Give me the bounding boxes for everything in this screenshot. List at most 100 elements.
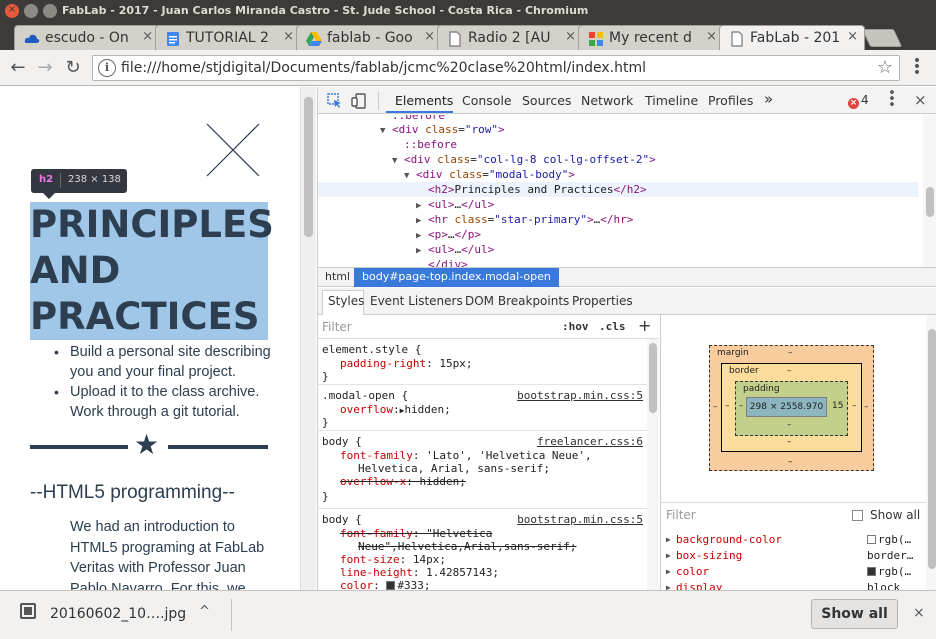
rule-declaration-overridden[interactable]: font-family: "Helvetica xyxy=(340,527,492,540)
scrollbar-thumb[interactable] xyxy=(926,187,934,217)
rule-source-link[interactable]: bootstrap.min.css:5 xyxy=(517,513,643,526)
new-tab-button[interactable] xyxy=(861,29,903,47)
tab-timeline[interactable]: Timeline xyxy=(645,93,698,108)
computed-property[interactable]: ▶ display block xyxy=(661,580,926,590)
box-model-content[interactable]: 298 × 2558.970 xyxy=(746,397,827,417)
dom-node[interactable]: ▶ <ul>…</ul> xyxy=(416,242,494,257)
back-button[interactable]: ← xyxy=(6,56,30,80)
rule-declaration[interactable]: font-size: 14px; xyxy=(340,553,446,566)
browser-tab[interactable]: My recent d × xyxy=(578,25,724,50)
dom-node[interactable]: </div> xyxy=(428,257,468,267)
color-swatch[interactable] xyxy=(386,581,396,590)
rule-source-link[interactable]: freelancer.css:6 xyxy=(537,435,643,448)
dom-node[interactable]: ▶ <ul>…</ul> xyxy=(416,197,494,212)
browser-menu-button[interactable]: • • • xyxy=(912,54,922,80)
style-rule[interactable]: .modal-open { bootstrap.min.css:5 overfl… xyxy=(318,386,647,431)
close-shelf-icon[interactable]: × xyxy=(913,605,925,621)
window-minimize-button[interactable] xyxy=(24,4,38,18)
download-filename[interactable]: 20160602_10….jpg xyxy=(50,606,186,622)
tab-profiles[interactable]: Profiles xyxy=(708,93,753,108)
tab-close-icon[interactable]: × xyxy=(847,29,858,44)
inspect-element-icon[interactable] xyxy=(326,92,344,110)
rule-declaration-overridden[interactable]: overflow-x: hidden; xyxy=(340,475,466,488)
close-icon[interactable] xyxy=(205,122,261,178)
browser-tab[interactable]: fablab - Goo × xyxy=(296,25,442,50)
style-rule[interactable]: body { freelancer.css:6 font-family: 'La… xyxy=(318,432,647,509)
forward-button[interactable]: → xyxy=(33,56,57,80)
style-rule[interactable]: body { bootstrap.min.css:5 font-family: … xyxy=(318,510,647,590)
tab-close-icon[interactable]: × xyxy=(283,29,294,44)
tab-console[interactable]: Console xyxy=(462,93,512,108)
dom-tree-scrollbar[interactable] xyxy=(923,115,936,267)
show-all-label[interactable]: Show all xyxy=(870,508,920,522)
scrollbar-thumb[interactable] xyxy=(304,97,313,237)
window-close-button[interactable]: × xyxy=(5,4,19,18)
scrollbar-thumb[interactable] xyxy=(928,329,936,569)
rule-declaration[interactable]: padding-right: 15px; xyxy=(340,357,472,370)
chevron-up-icon[interactable]: ^ xyxy=(199,604,210,619)
expand-triangle-icon[interactable]: ▶ xyxy=(666,580,671,590)
devtools-close-button[interactable]: × xyxy=(914,91,927,109)
bookmark-star-icon[interactable]: ☆ xyxy=(877,57,893,78)
device-mode-icon[interactable] xyxy=(351,92,369,110)
dom-node[interactable]: ▶ <p>…</p> xyxy=(416,227,481,242)
show-all-downloads-button[interactable]: Show all xyxy=(811,599,898,629)
dom-node[interactable]: ▶ <hr class="star-primary">…</hr> xyxy=(416,212,633,227)
address-bar[interactable]: i file:///home/stjdigital/Documents/fabl… xyxy=(92,55,900,81)
class-toggle[interactable]: .cls xyxy=(599,320,626,333)
browser-tab[interactable]: TUTORIAL 2 × xyxy=(155,25,301,50)
styles-filter-input[interactable]: Filter xyxy=(322,320,352,334)
expand-triangle-icon[interactable]: ▶ xyxy=(666,532,671,548)
dom-node[interactable]: ▼ <div class="modal-body"> xyxy=(404,167,575,182)
dom-node[interactable]: ▼ <div class="row"> xyxy=(380,122,505,137)
tab-sources[interactable]: Sources xyxy=(522,93,571,108)
expand-triangle-icon[interactable]: ▶ xyxy=(666,564,671,580)
error-counter[interactable]: × 4 xyxy=(848,93,869,109)
scrollbar-thumb[interactable] xyxy=(649,343,657,413)
rule-declaration[interactable]: color: #333; xyxy=(340,579,431,590)
tab-styles[interactable]: Styles xyxy=(328,294,364,308)
computed-property[interactable]: ▶ background-color rgb(… xyxy=(661,532,926,548)
computed-property[interactable]: ▶ box-sizing border… xyxy=(661,548,926,564)
page-scrollbar[interactable] xyxy=(300,87,316,590)
dom-tree[interactable]: ::before ▼ <div class="row"> ::before ▼ … xyxy=(318,115,923,267)
reload-button[interactable]: ↻ xyxy=(61,56,85,80)
tab-close-icon[interactable]: × xyxy=(424,29,435,44)
tab-elements[interactable]: Elements xyxy=(395,93,453,108)
breadcrumb-item[interactable]: html xyxy=(325,270,350,283)
dom-node[interactable]: ::before xyxy=(404,137,457,152)
computed-scrollbar[interactable] xyxy=(926,315,936,590)
tab-properties[interactable]: Properties xyxy=(572,294,633,308)
window-maximize-button[interactable] xyxy=(43,4,57,18)
browser-tab[interactable]: escudo - On × xyxy=(14,25,160,50)
tab-close-icon[interactable]: × xyxy=(565,29,576,44)
dom-node-selected[interactable]: <h2>Principles and Practices</h2> xyxy=(318,182,918,197)
more-tabs-chevron-icon[interactable]: » xyxy=(764,90,773,108)
tab-close-icon[interactable]: × xyxy=(706,29,717,44)
tab-dom-breakpoints[interactable]: DOM Breakpoints xyxy=(465,294,569,308)
rule-source-link[interactable]: bootstrap.min.css:5 xyxy=(517,389,643,402)
url-text[interactable]: file:///home/stjdigital/Documents/fablab… xyxy=(121,60,646,76)
browser-tab[interactable]: Radio 2 [AU × xyxy=(437,25,583,50)
style-rule[interactable]: element.style { padding-right: 15px; } xyxy=(318,340,647,385)
breadcrumb-item-selected[interactable]: body#page-top.index.modal-open xyxy=(354,268,559,287)
tab-close-icon[interactable]: × xyxy=(142,29,153,44)
info-icon[interactable]: i xyxy=(98,59,116,77)
rule-declaration[interactable]: overflow:▶hidden; xyxy=(340,403,451,416)
rule-declaration[interactable]: font-family: 'Lato', 'Helvetica Neue', xyxy=(340,449,592,462)
add-rule-icon[interactable]: + xyxy=(638,316,651,335)
color-swatch[interactable] xyxy=(867,535,876,544)
devtools-menu-button[interactable]: • • • xyxy=(888,87,896,112)
tab-event-listeners[interactable]: Event Listeners xyxy=(370,294,463,308)
styles-scrollbar[interactable] xyxy=(647,339,659,590)
show-all-checkbox[interactable] xyxy=(852,510,863,521)
tab-network[interactable]: Network xyxy=(581,93,633,108)
dom-node[interactable]: ▼ <div class="col-lg-8 col-lg-offset-2"> xyxy=(392,152,656,167)
expand-triangle-icon[interactable]: ▶ xyxy=(666,548,671,564)
hover-state-toggle[interactable]: :hov xyxy=(562,320,589,333)
rule-declaration[interactable]: line-height: 1.42857143; xyxy=(340,566,499,579)
browser-tab-active[interactable]: FabLab - 201 × xyxy=(719,25,865,50)
color-swatch[interactable] xyxy=(867,567,876,576)
computed-property[interactable]: ▶ color rgb(… xyxy=(661,564,926,580)
computed-filter-input[interactable]: Filter xyxy=(666,508,696,522)
